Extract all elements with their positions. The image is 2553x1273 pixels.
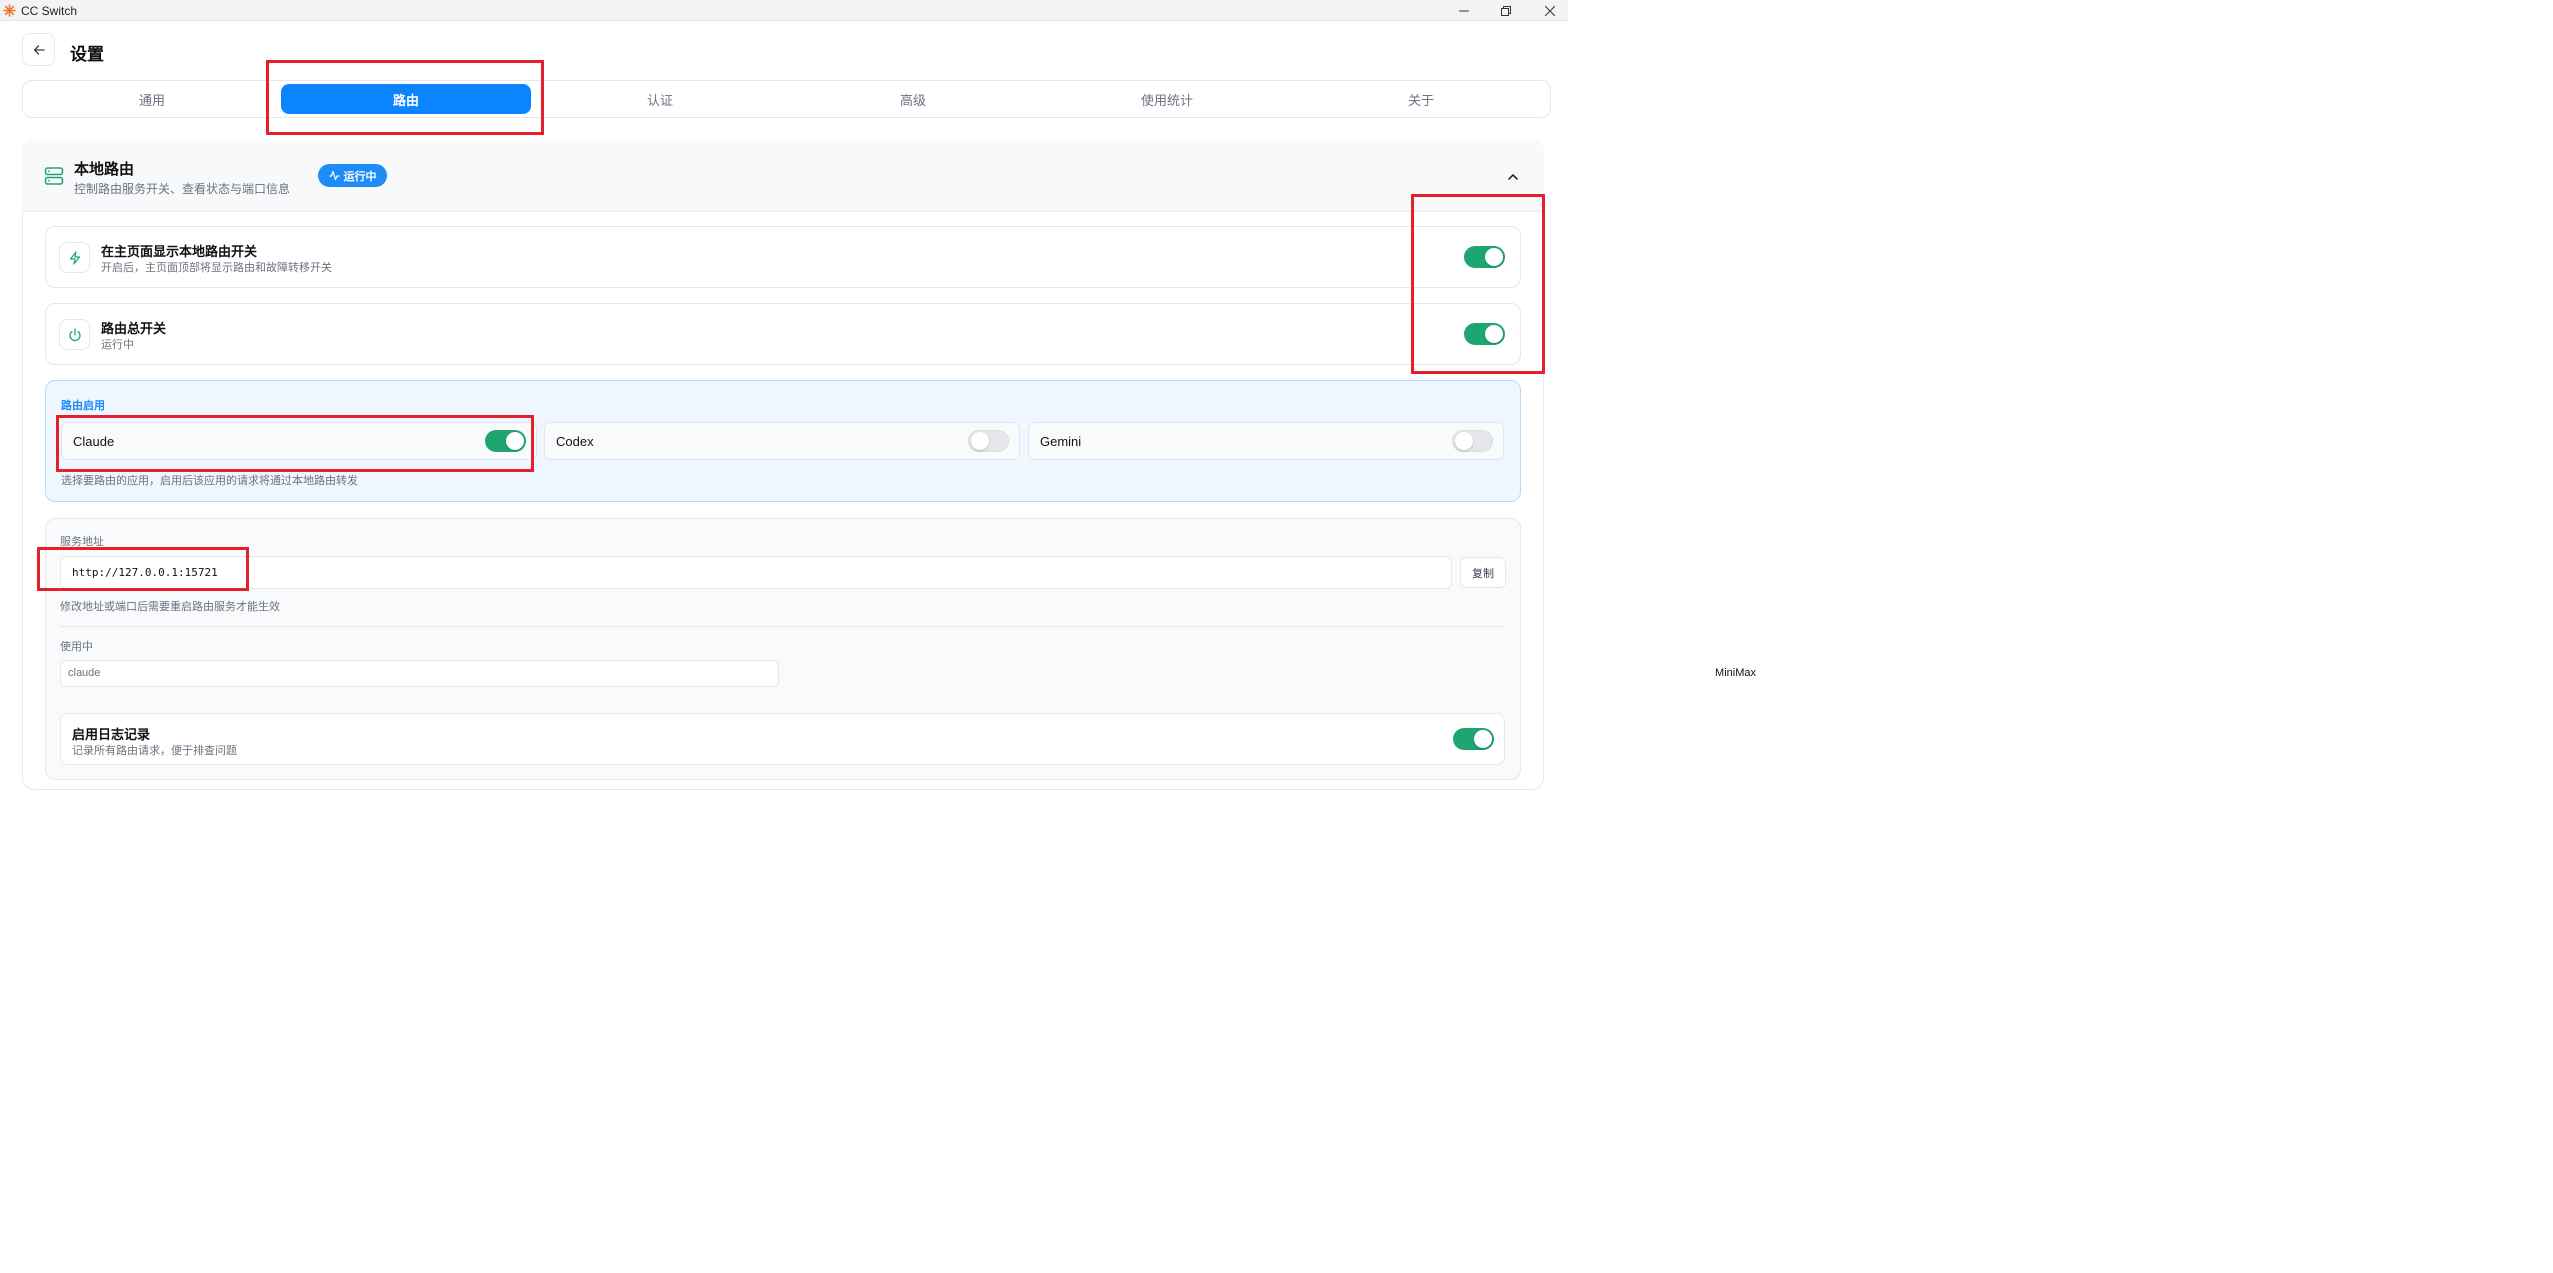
- highlight-box-tab: [266, 60, 544, 135]
- app-name-gemini: Gemini: [1040, 434, 1082, 449]
- master-switch-title: 路由总开关: [101, 321, 167, 336]
- section-title: 本地路由: [74, 161, 135, 178]
- app-card-codex: [544, 422, 1020, 460]
- tab-about[interactable]: 关于: [1296, 84, 1546, 114]
- highlight-box-address: [37, 547, 249, 591]
- logging-desc: 记录所有路由请求，便于排查问题: [72, 745, 237, 757]
- show-routing-toggle-title: 在主页面显示本地路由开关: [101, 244, 258, 259]
- zap-icon: [59, 242, 90, 273]
- show-routing-toggle-row: [45, 226, 1521, 288]
- logging-toggle[interactable]: [1453, 728, 1494, 750]
- in-use-app: claude: [68, 667, 101, 679]
- copy-address-button[interactable]: 复制: [1460, 557, 1506, 588]
- tab-general[interactable]: 通用: [27, 84, 277, 114]
- master-switch-row: [45, 303, 1521, 365]
- back-button[interactable]: [22, 33, 55, 66]
- window-title: CC Switch: [21, 4, 78, 18]
- section-subtitle: 控制路由服务开关、查看状态与端口信息: [74, 182, 291, 196]
- local-routing-panel-header[interactable]: [22, 140, 1544, 212]
- tab-auth[interactable]: 认证: [535, 84, 785, 114]
- app-logo-icon: [3, 4, 16, 17]
- minimize-icon: [1459, 10, 1469, 11]
- arrow-left-icon: [33, 44, 45, 55]
- status-badge-label: 运行中: [343, 170, 377, 183]
- activity-icon: [329, 170, 339, 181]
- page-title: 设置: [70, 45, 104, 64]
- gemini-routing-toggle[interactable]: [1452, 430, 1493, 452]
- restore-button[interactable]: [1486, 0, 1526, 21]
- highlight-box-claude: [56, 415, 534, 472]
- app-card-gemini: [1028, 422, 1504, 460]
- divider: [60, 626, 1505, 627]
- logging-title: 启用日志记录: [72, 727, 151, 742]
- routing-enable-label: 路由启用: [61, 400, 105, 412]
- service-address-input[interactable]: http://127.0.0.1:15721: [60, 556, 1452, 589]
- routing-help-text: 选择要路由的应用，启用后该应用的请求将通过本地路由转发: [61, 475, 358, 487]
- in-use-label: 使用中: [60, 641, 93, 653]
- master-switch-desc: 运行中: [101, 339, 134, 351]
- show-routing-toggle-desc: 开启后，主页面顶部将显示路由和故障转移开关: [101, 262, 332, 274]
- close-button[interactable]: [1530, 0, 1570, 21]
- server-icon: [44, 166, 64, 191]
- highlight-box-toggles: [1411, 194, 1545, 374]
- codex-routing-toggle[interactable]: [968, 430, 1009, 452]
- minimize-button[interactable]: [1444, 0, 1484, 21]
- status-badge: 运行中: [318, 164, 387, 187]
- service-address-help: 修改地址或端口后需要重启路由服务才能生效: [60, 601, 280, 613]
- title-bar: CC Switch: [0, 0, 1568, 21]
- power-icon: [59, 319, 90, 350]
- chevron-up-icon[interactable]: [1507, 170, 1519, 188]
- tab-usage-stats[interactable]: 使用统计: [1042, 84, 1292, 114]
- close-icon: [1545, 5, 1555, 16]
- in-use-field: [60, 660, 779, 687]
- restore-icon: [1501, 5, 1511, 16]
- app-name-codex: Codex: [556, 434, 594, 449]
- in-use-provider: MiniMax: [1715, 667, 1756, 679]
- tab-advanced[interactable]: 高级: [788, 84, 1038, 114]
- logging-row: [60, 713, 1505, 765]
